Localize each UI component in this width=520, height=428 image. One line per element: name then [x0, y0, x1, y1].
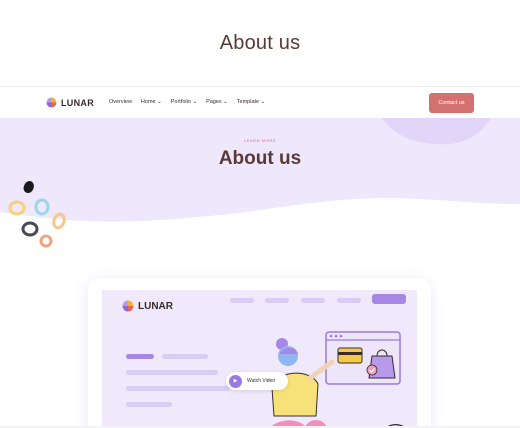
nav-links: Overview Home ⌄ Portfolio ⌄ Pages ⌄ Temp…: [109, 99, 265, 105]
play-icon: ▶: [229, 374, 242, 388]
nav-item-template[interactable]: Template ⌄: [237, 99, 265, 105]
mock-logo: LUNAR: [122, 300, 173, 312]
mock-text-line: [126, 386, 230, 391]
lunar-logo-icon: [46, 97, 57, 108]
watch-video-label: Watch Video: [247, 378, 276, 384]
lunar-logo[interactable]: LUNAR: [46, 97, 94, 108]
contact-us-button[interactable]: Contact us: [429, 93, 474, 113]
mock-nav-button: [372, 294, 406, 304]
mock-nav-pill: [337, 298, 361, 303]
mock-text-line: [162, 354, 208, 359]
nav-item-overview[interactable]: Overview: [109, 99, 132, 105]
navbar: LUNAR Overview Home ⌄ Portfolio ⌄ Pages …: [0, 86, 520, 118]
lunar-logo-icon: [122, 300, 134, 312]
watch-video-button[interactable]: ▶ Watch Video: [226, 372, 288, 390]
site-preview: LUNAR Overview Home ⌄ Portfolio ⌄ Pages …: [0, 86, 520, 428]
preview-mockup: LUNAR ▶ Watch Video: [102, 290, 417, 428]
nav-item-pages[interactable]: Pages ⌄: [206, 99, 228, 105]
mock-nav-pill: [265, 298, 289, 303]
check-icon: [366, 364, 378, 376]
hero-eyebrow: LEARN MORE: [243, 138, 277, 143]
mock-nav-pill: [230, 298, 254, 303]
page-heading-section: About us: [0, 0, 520, 88]
mock-text-line: [126, 370, 218, 375]
nav-item-portfolio[interactable]: Portfolio ⌄: [171, 99, 197, 105]
hero-title: About us: [218, 148, 302, 169]
mock-nav-pill: [301, 298, 325, 303]
nav-item-home[interactable]: Home ⌄: [141, 99, 162, 105]
page-title: About us: [219, 32, 301, 54]
decorative-rings: [8, 181, 66, 248]
mock-text-line: [126, 402, 172, 407]
preview-card: LUNAR ▶ Watch Video: [88, 278, 431, 428]
credit-card-icon: [337, 347, 363, 364]
logo-text: LUNAR: [61, 97, 94, 108]
hero-section: LEARN MORE About us: [0, 118, 520, 238]
mock-logo-text: LUNAR: [138, 300, 173, 312]
mock-text-line: [126, 354, 154, 359]
